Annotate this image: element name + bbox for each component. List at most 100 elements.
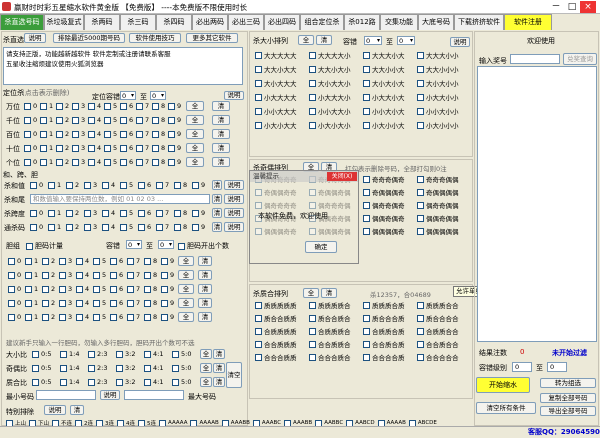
- danma-checkbox-0[interactable]: 0: [8, 271, 21, 279]
- ratio-checkbox[interactable]: 5:0: [172, 378, 191, 386]
- ratio-checkbox[interactable]: 3:2: [116, 350, 135, 358]
- ratio-checkbox[interactable]: 0:5: [32, 378, 51, 386]
- daxiao-option[interactable]: 小大小小大: [363, 120, 405, 130]
- danma-checkbox-4[interactable]: 4: [76, 285, 89, 293]
- ratio-checkbox[interactable]: 5:0: [172, 350, 191, 358]
- danma-checkbox-3[interactable]: 3: [59, 299, 72, 307]
- jiou-option[interactable]: 偶偶奇偶偶: [417, 213, 459, 223]
- danma-checkbox-0[interactable]: 0: [8, 285, 21, 293]
- exclude-recent-button[interactable]: 排除最近5000期号码: [53, 33, 125, 43]
- zhihe-option[interactable]: 合合合质合: [309, 352, 351, 362]
- dingwei-checkbox-7[interactable]: 7: [136, 116, 149, 124]
- dingwei-checkbox-6[interactable]: 6: [120, 130, 133, 138]
- dingwei-checkbox-1[interactable]: 1: [40, 102, 53, 110]
- dingwei-checkbox-8[interactable]: 8: [152, 144, 165, 152]
- danma-checkbox-9[interactable]: 9: [161, 257, 174, 265]
- dingwei-checkbox-6[interactable]: 6: [120, 158, 133, 166]
- special-clear-button[interactable]: 清: [70, 405, 84, 415]
- daxiao-option[interactable]: 大大大大小: [309, 50, 351, 60]
- special-explain-button[interactable]: 说明: [44, 405, 66, 415]
- dingwei-clear-button[interactable]: 清: [212, 143, 230, 153]
- danma-checkbox-5[interactable]: 5: [93, 313, 106, 321]
- danma-checkbox-2[interactable]: 2: [42, 257, 55, 265]
- danma-all-button[interactable]: 全: [178, 312, 194, 322]
- daxiao-option[interactable]: 小大小大大: [255, 120, 297, 130]
- daxiao-option[interactable]: 大大小小小: [417, 64, 459, 74]
- tab-item[interactable]: 交集功能: [380, 14, 418, 30]
- daxiao-option[interactable]: 大小大大小: [309, 78, 351, 88]
- dingwei-checkbox-4[interactable]: 4: [88, 130, 101, 138]
- he-clear-button[interactable]: 清: [212, 194, 222, 204]
- zhihe-clear-button[interactable]: 清: [321, 288, 337, 298]
- danma-min-select[interactable]: 0: [126, 240, 142, 249]
- dingwei-checkbox-6[interactable]: 6: [120, 102, 133, 110]
- he-checkbox-0[interactable]: 0: [30, 181, 43, 189]
- dingwei-checkbox-7[interactable]: 7: [136, 130, 149, 138]
- danma-clear-button[interactable]: 清: [198, 312, 212, 322]
- danma-checkbox-9[interactable]: 9: [161, 271, 174, 279]
- he-tail-input[interactable]: 和数值输入要保持两位数，例如 01 02 03 ...: [30, 194, 210, 204]
- daxiao-min-select[interactable]: 0: [364, 36, 382, 45]
- ratio-checkbox[interactable]: 0:5: [32, 364, 51, 372]
- ratio-clear-button[interactable]: 清: [213, 377, 225, 387]
- danma-checkbox-3[interactable]: 3: [59, 313, 72, 321]
- danma-checkbox-0[interactable]: 0: [8, 299, 21, 307]
- he-checkbox-1[interactable]: 1: [48, 209, 61, 217]
- danma-clear-button[interactable]: 清: [198, 298, 212, 308]
- close-button[interactable]: ×: [580, 1, 596, 13]
- zhihe-option[interactable]: 质合合质合: [309, 313, 351, 323]
- daxiao-option[interactable]: 小大小大小: [309, 120, 351, 130]
- dingwei-clear-button[interactable]: 清: [212, 101, 230, 111]
- zhihe-option[interactable]: 质合合合合: [417, 313, 459, 323]
- danma-checkbox-4[interactable]: 4: [76, 257, 89, 265]
- dingwei-all-button[interactable]: 全: [186, 157, 204, 167]
- dingwei-checkbox-7[interactable]: 7: [136, 102, 149, 110]
- danma-open-checkbox[interactable]: 胆码开出个数: [178, 241, 229, 251]
- dingwei-checkbox-3[interactable]: 3: [72, 144, 85, 152]
- he-explain-button[interactable]: 说明: [224, 222, 244, 232]
- tab-item[interactable]: 下载挤挤软件: [454, 14, 504, 30]
- ratio-checkbox[interactable]: 4:1: [144, 364, 163, 372]
- danma-checkbox-8[interactable]: 8: [144, 257, 157, 265]
- he-checkbox-3[interactable]: 3: [84, 209, 97, 217]
- he-checkbox-1[interactable]: 1: [48, 181, 61, 189]
- ratio-checkbox[interactable]: 1:4: [60, 378, 79, 386]
- ratio-clear-button[interactable]: 清: [213, 363, 225, 373]
- dingwei-max-select[interactable]: 0: [150, 91, 166, 100]
- he-explain-button[interactable]: 说明: [224, 194, 244, 204]
- danma-checkbox-9[interactable]: 9: [161, 313, 174, 321]
- tolerance-max-input[interactable]: 0: [547, 362, 567, 372]
- dingwei-checkbox-0[interactable]: 0: [24, 158, 37, 166]
- tab-item[interactable]: 组合定位杀: [300, 14, 344, 30]
- he-checkbox-7[interactable]: 7: [156, 223, 169, 231]
- jiou-option[interactable]: 奇偶偶偶奇: [363, 187, 405, 197]
- danma-checkbox-2[interactable]: 2: [42, 285, 55, 293]
- explain-button[interactable]: 说明: [24, 33, 46, 43]
- jiou-option[interactable]: 奇奇奇偶奇: [363, 174, 405, 184]
- daxiao-option[interactable]: 大小大小大: [363, 78, 405, 88]
- dingwei-all-button[interactable]: 全: [186, 101, 204, 111]
- he-checkbox-8[interactable]: 8: [174, 223, 187, 231]
- tab-item[interactable]: 杀两码: [84, 14, 120, 30]
- he-checkbox-4[interactable]: 4: [102, 181, 115, 189]
- dingwei-checkbox-9[interactable]: 9: [168, 116, 181, 124]
- danma-checkbox-3[interactable]: 3: [59, 271, 72, 279]
- dingwei-checkbox-2[interactable]: 2: [56, 116, 69, 124]
- danma-checkbox-1[interactable]: 1: [25, 299, 38, 307]
- draw-number-input[interactable]: [510, 54, 560, 64]
- clear-conditions-button[interactable]: 清空所有条件: [476, 402, 536, 414]
- danma-clear-button[interactable]: 清: [198, 256, 212, 266]
- daxiao-option[interactable]: 小大大小大: [363, 92, 405, 102]
- dingwei-checkbox-4[interactable]: 4: [88, 158, 101, 166]
- ratio-checkbox[interactable]: 3:2: [116, 378, 135, 386]
- he-checkbox-6[interactable]: 6: [138, 181, 151, 189]
- dingwei-checkbox-7[interactable]: 7: [136, 144, 149, 152]
- daxiao-option[interactable]: 小大大大大: [255, 92, 297, 102]
- min-number-input[interactable]: [36, 390, 96, 400]
- he-checkbox-6[interactable]: 6: [138, 209, 151, 217]
- zhihe-option[interactable]: 质合合质质: [255, 313, 297, 323]
- more-software-button[interactable]: 更多其它软件: [186, 33, 238, 43]
- zhihe-option[interactable]: 合合质质质: [255, 339, 297, 349]
- dingwei-checkbox-5[interactable]: 5: [104, 130, 117, 138]
- danma-checkbox-3[interactable]: 3: [59, 257, 72, 265]
